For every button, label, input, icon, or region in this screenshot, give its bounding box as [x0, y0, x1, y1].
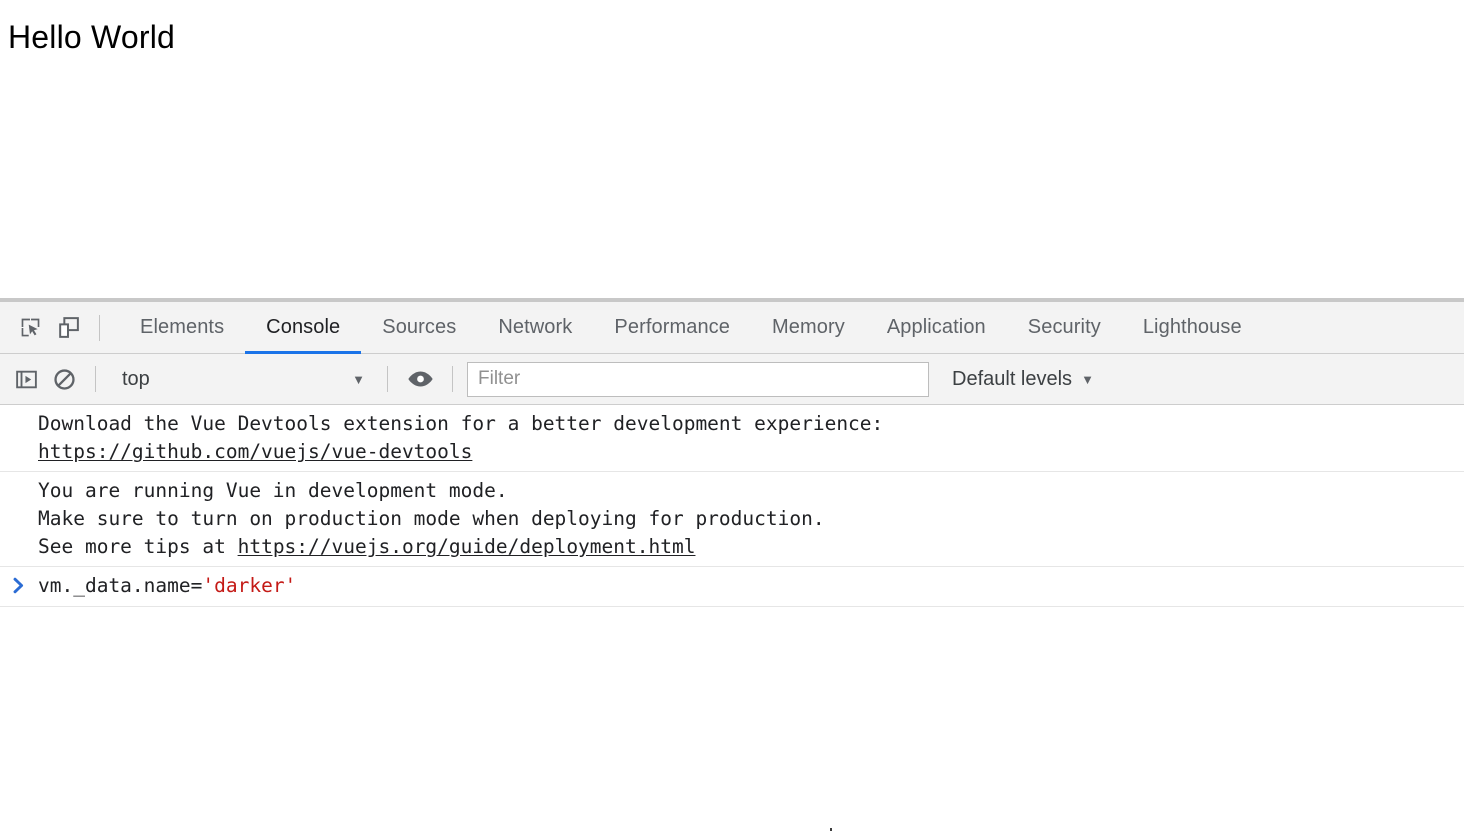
clear-console-icon[interactable] — [45, 360, 83, 398]
console-message[interactable]: Download the Vue Devtools extension for … — [0, 405, 1464, 472]
tab-application[interactable]: Application — [866, 302, 1007, 353]
toolbar-divider — [99, 315, 100, 341]
console-message-line: See more tips at https://vuejs.org/guide… — [0, 533, 1464, 561]
execution-context-select[interactable]: top ▼ — [110, 362, 375, 396]
viewport-artifact-dot — [830, 828, 832, 831]
tab-security[interactable]: Security — [1007, 302, 1122, 353]
console-toolbar: top ▼ Default levels ▼ — [0, 354, 1464, 405]
log-levels-value: Default levels — [952, 369, 1072, 389]
tab-performance[interactable]: Performance — [593, 302, 751, 353]
devtools-tool-icons — [0, 302, 87, 353]
prompt-code-prefix: vm._data.name= — [38, 574, 202, 597]
prompt-code-string: 'darker' — [202, 574, 296, 597]
tab-lighthouse[interactable]: Lighthouse — [1122, 302, 1263, 353]
prompt-chevron-icon — [0, 572, 38, 595]
page-heading: Hello World — [0, 0, 1464, 56]
tab-label: Memory — [772, 316, 845, 339]
console-toolbar-divider-1 — [95, 366, 96, 392]
filter-input[interactable] — [467, 362, 929, 397]
console-prompt-entry[interactable]: vm._data.name='darker' — [0, 567, 1464, 607]
tab-network[interactable]: Network — [477, 302, 593, 353]
tab-label: Network — [498, 316, 572, 339]
devtools-tabbar: Elements Console Sources Network Perform… — [0, 302, 1464, 354]
log-levels-select[interactable]: Default levels ▼ — [946, 362, 1100, 396]
devtools-tabs: Elements Console Sources Network Perform… — [119, 302, 1263, 353]
console-link[interactable]: https://vuejs.org/guide/deployment.html — [238, 535, 696, 558]
console-sidebar-icon[interactable] — [7, 360, 45, 398]
chevron-down-icon: ▼ — [1081, 373, 1094, 386]
console-message-line: You are running Vue in development mode. — [0, 477, 1464, 505]
tab-label: Performance — [614, 316, 730, 339]
tab-label: Sources — [382, 316, 456, 339]
tab-label: Lighthouse — [1143, 316, 1242, 339]
console-toolbar-divider-3 — [452, 366, 453, 392]
device-toolbar-icon[interactable] — [49, 309, 87, 347]
console-link[interactable]: https://github.com/vuejs/vue-devtools — [38, 440, 472, 463]
console-message-list[interactable]: Download the Vue Devtools extension for … — [0, 405, 1464, 834]
tab-elements[interactable]: Elements — [119, 302, 245, 353]
console-message-line: Make sure to turn on production mode whe… — [0, 505, 1464, 533]
tab-memory[interactable]: Memory — [751, 302, 866, 353]
tab-sources[interactable]: Sources — [361, 302, 477, 353]
console-message-line: https://github.com/vuejs/vue-devtools — [0, 438, 1464, 466]
tab-label: Console — [266, 316, 340, 339]
tab-label: Elements — [140, 316, 224, 339]
live-expression-eye-icon[interactable] — [400, 362, 440, 396]
execution-context-value: top — [122, 369, 150, 389]
inspect-element-icon[interactable] — [11, 309, 49, 347]
console-message[interactable]: You are running Vue in development mode.… — [0, 472, 1464, 567]
devtools-panel: Elements Console Sources Network Perform… — [0, 298, 1464, 834]
page-viewport: Hello World — [0, 0, 1464, 298]
console-input-line[interactable]: vm._data.name='darker' — [38, 572, 296, 600]
console-toolbar-divider-2 — [387, 366, 388, 392]
devtools-browser-window: Hello World — [0, 0, 1464, 834]
tab-label: Security — [1028, 316, 1101, 339]
chevron-down-icon: ▼ — [352, 373, 365, 386]
tab-label: Application — [887, 316, 986, 339]
tab-console[interactable]: Console — [245, 302, 361, 353]
console-message-text: See more tips at — [38, 535, 238, 558]
console-message-line: Download the Vue Devtools extension for … — [0, 410, 1464, 438]
